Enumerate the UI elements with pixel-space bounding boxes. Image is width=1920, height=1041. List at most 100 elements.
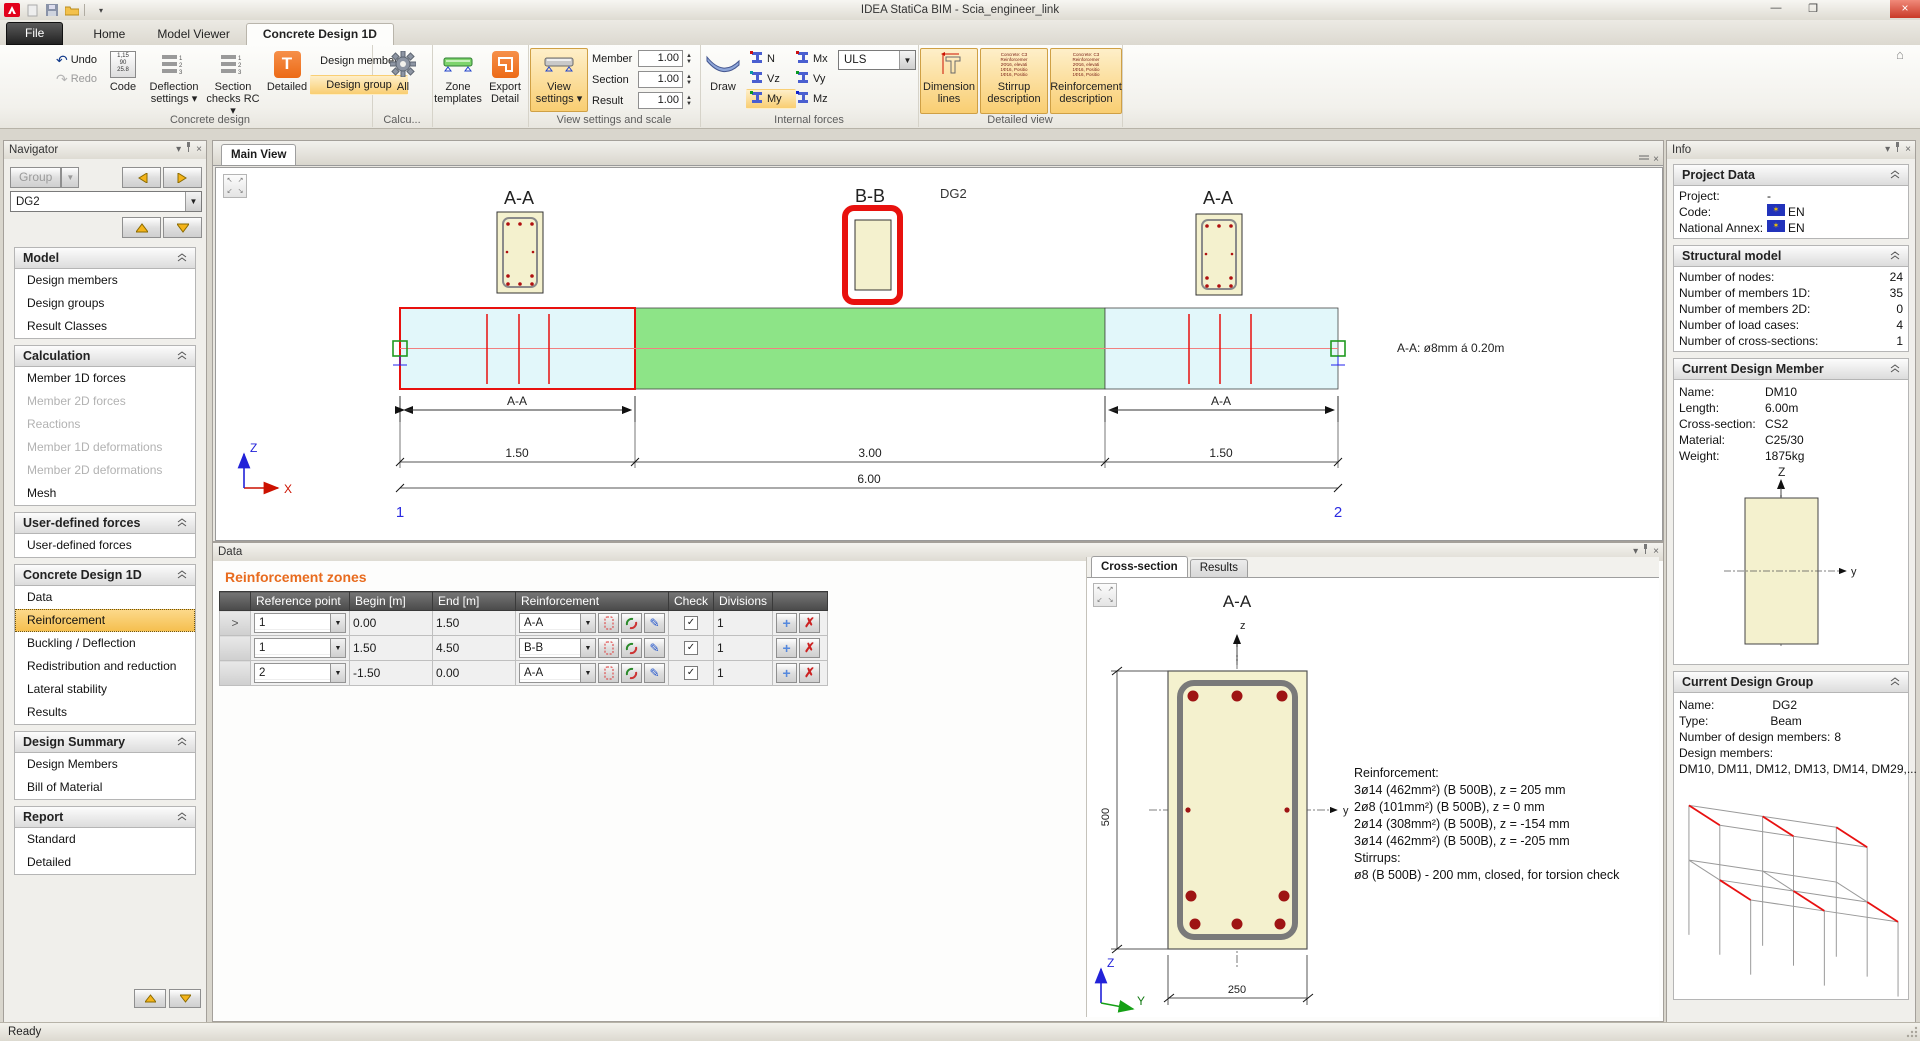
reinforcement-description-button[interactable]: Concrete: C3Reinforcemer2Φ16, elevati1Φ1…	[1050, 48, 1122, 114]
force-mx-button[interactable]: Mx	[792, 49, 842, 69]
nav-page-down-button[interactable]	[169, 989, 201, 1008]
col-end[interactable]: End [m]	[433, 592, 516, 611]
info-section-project-data[interactable]: Project Data	[1673, 164, 1909, 186]
edit-pencil-icon[interactable]: ✎	[644, 663, 665, 683]
calculate-all-button[interactable]: All	[382, 48, 424, 94]
zone-template-icon[interactable]	[598, 638, 619, 658]
copy-reinforcement-icon[interactable]	[621, 663, 642, 683]
detailed-button[interactable]: T Detailed	[264, 48, 310, 94]
begin-cell[interactable]: 1.50	[350, 636, 433, 661]
nav-item-standard-report[interactable]: Standard	[15, 828, 195, 851]
copy-reinforcement-icon[interactable]	[621, 638, 642, 658]
tab-concrete-design-1d[interactable]: Concrete Design 1D	[246, 23, 394, 45]
divisions-cell[interactable]: 1	[714, 661, 773, 686]
edit-pencil-icon[interactable]: ✎	[644, 613, 665, 633]
redo-button[interactable]: ↷ Redo	[52, 69, 101, 89]
combination-dropdown-arrow[interactable]: ▼	[899, 51, 915, 69]
force-vz-button[interactable]: Vz	[746, 69, 796, 89]
member-scale-input[interactable]: 1.00▲▼	[638, 50, 695, 67]
collapse-chevron-icon[interactable]	[177, 516, 187, 530]
draw-button[interactable]: Draw	[702, 48, 744, 94]
check-checkbox[interactable]: ✓	[684, 641, 698, 655]
end-cell[interactable]: 4.50	[433, 636, 516, 661]
stirrup-description-button[interactable]: Concrete: C3Reinforcemer2Φ16, elevati1Φ1…	[980, 48, 1048, 114]
collapse-chevron-icon[interactable]	[177, 735, 187, 749]
zone-template-icon[interactable]	[598, 613, 619, 633]
divisions-cell[interactable]: 1	[714, 611, 773, 636]
nav-item-reinforcement[interactable]: Reinforcement	[15, 609, 195, 632]
home-icon[interactable]: ⌂	[1896, 47, 1904, 62]
collapse-chevron-icon[interactable]	[1890, 168, 1900, 182]
nav-item-buckling-deflection[interactable]: Buckling / Deflection	[15, 632, 195, 655]
force-n-button[interactable]: N	[746, 49, 796, 69]
add-row-icon[interactable]: +	[776, 638, 797, 658]
collapse-chevron-icon[interactable]	[1890, 675, 1900, 689]
code-button[interactable]: 1,159025.8 Code	[102, 48, 144, 94]
navigator-menu-icon[interactable]: ▾	[176, 141, 181, 159]
next-group-button[interactable]	[163, 167, 202, 188]
end-cell[interactable]: 0.00	[433, 661, 516, 686]
nav-item-bill-of-material[interactable]: Bill of Material	[15, 776, 195, 799]
group-selector-arrow[interactable]: ▼	[61, 167, 79, 188]
section-scale-input[interactable]: 1.00▲▼	[638, 71, 695, 88]
nav-item-member-1d-forces[interactable]: Member 1D forces	[15, 367, 195, 390]
restore-button[interactable]: ❐	[1800, 2, 1826, 15]
zone-template-icon[interactable]	[598, 663, 619, 683]
col-check[interactable]: Check	[669, 592, 714, 611]
design-group-combo[interactable]: DG2▼	[10, 191, 202, 212]
nav-section-design-summary[interactable]: Design Summary	[14, 731, 196, 753]
design-group-combo-arrow[interactable]: ▼	[185, 192, 201, 211]
member-scale-spinner[interactable]: ▲▼	[683, 50, 695, 67]
force-my-button[interactable]: My	[746, 89, 796, 109]
group-selector[interactable]: Group ▼	[10, 167, 79, 188]
main-view-close-icon[interactable]: ×	[1653, 154, 1659, 165]
minimize-button[interactable]: —	[1763, 2, 1789, 14]
tab-home[interactable]: Home	[77, 24, 141, 45]
collapse-chevron-icon[interactable]	[177, 810, 187, 824]
col-reinforcement[interactable]: Reinforcement	[516, 592, 669, 611]
close-button[interactable]: ×	[1890, 0, 1920, 18]
info-menu-icon[interactable]: ▾	[1885, 141, 1890, 159]
nav-item-data[interactable]: Data	[15, 586, 195, 609]
nav-page-up-button[interactable]	[134, 989, 166, 1008]
nav-section-calculation[interactable]: Calculation	[14, 345, 196, 367]
collapse-chevron-icon[interactable]	[177, 568, 187, 582]
undo-button[interactable]: ↶ Undo	[52, 50, 101, 70]
divisions-cell[interactable]: 1	[714, 636, 773, 661]
zone-templates-button[interactable]: Zone templates	[434, 48, 482, 106]
nav-item-design-groups[interactable]: Design groups	[15, 292, 195, 315]
main-view-canvas[interactable]: ↖↗↙↘ A-A B-B DG2	[215, 167, 1663, 541]
nav-item-design-members-summary[interactable]: Design Members	[15, 753, 195, 776]
result-scale-input[interactable]: 1.00▲▼	[638, 92, 695, 109]
info-close-icon[interactable]: ×	[1905, 141, 1911, 159]
section-checks-button[interactable]: 123 Section checks RC ▾	[204, 48, 262, 118]
nav-item-mesh[interactable]: Mesh	[15, 482, 195, 505]
check-checkbox[interactable]: ✓	[684, 616, 698, 630]
reference-point-select[interactable]: 2▼	[254, 663, 346, 683]
combination-select[interactable]: ULS▼	[838, 50, 916, 70]
col-divisions[interactable]: Divisions	[714, 592, 773, 611]
reinforcement-select[interactable]: A-A▼	[519, 613, 596, 633]
nav-item-detailed-report[interactable]: Detailed	[15, 851, 195, 874]
col-begin[interactable]: Begin [m]	[350, 592, 433, 611]
next-item-button[interactable]	[163, 217, 202, 238]
collapse-chevron-icon[interactable]	[177, 349, 187, 363]
nav-item-lateral-stability[interactable]: Lateral stability	[15, 678, 195, 701]
begin-cell[interactable]: 0.00	[350, 611, 433, 636]
collapse-chevron-icon[interactable]	[177, 251, 187, 265]
force-vy-button[interactable]: Vy	[792, 69, 842, 89]
section-preview-aa-right[interactable]	[1196, 214, 1242, 295]
col-reference-point[interactable]: Reference point	[251, 592, 350, 611]
nav-item-redistribution[interactable]: Redistribution and reduction	[15, 655, 195, 678]
info-section-current-member[interactable]: Current Design Member	[1673, 358, 1909, 380]
tab-file[interactable]: File	[6, 22, 63, 45]
copy-reinforcement-icon[interactable]	[621, 613, 642, 633]
info-pin-icon[interactable]	[1894, 141, 1901, 159]
result-scale-spinner[interactable]: ▲▼	[683, 92, 695, 109]
delete-row-icon[interactable]: ✗	[799, 638, 820, 658]
edit-pencil-icon[interactable]: ✎	[644, 638, 665, 658]
nav-section-report[interactable]: Report	[14, 806, 196, 828]
section-preview-bb-selected[interactable]	[845, 208, 900, 302]
nav-item-results[interactable]: Results	[15, 701, 195, 724]
nav-section-user-forces[interactable]: User-defined forces	[14, 512, 196, 534]
